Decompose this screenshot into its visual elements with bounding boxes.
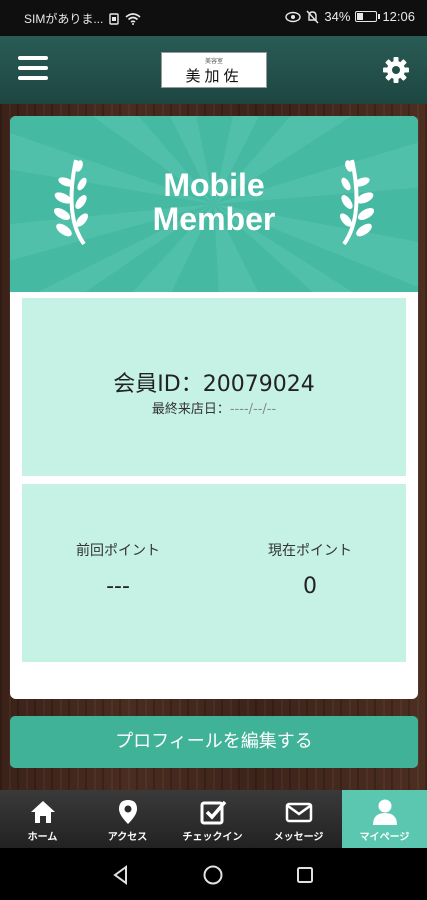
eye-comfort-icon bbox=[285, 11, 302, 22]
system-nav-bar bbox=[0, 848, 427, 900]
banner-title-line1: Mobile bbox=[163, 167, 265, 203]
banner-title: Mobile Member bbox=[10, 168, 418, 236]
recents-icon[interactable] bbox=[294, 864, 316, 886]
tab-home[interactable]: ホーム bbox=[0, 790, 85, 848]
logo-subtitle: 美容室 bbox=[204, 58, 223, 65]
back-icon[interactable] bbox=[110, 864, 132, 886]
checkin-icon bbox=[200, 800, 227, 825]
bottom-tab-bar: ホーム アクセス チェックイン メッセージ マイページ bbox=[0, 790, 427, 848]
mail-icon bbox=[285, 802, 313, 823]
last-visit-label: 最終来店日： bbox=[151, 402, 230, 417]
battery-percent: 34% bbox=[324, 9, 351, 24]
gear-icon[interactable] bbox=[381, 55, 411, 85]
points-panel: 前回ポイント --- 現在ポイント 0 bbox=[22, 484, 406, 662]
hamburger-menu-icon[interactable] bbox=[18, 56, 48, 82]
home-icon bbox=[31, 801, 55, 823]
tab-message-label: メッセージ bbox=[273, 832, 324, 843]
tab-home-label: ホーム bbox=[27, 832, 58, 843]
wifi-icon bbox=[125, 12, 141, 25]
shop-logo: 美容室 美加佐 bbox=[161, 52, 267, 88]
home-circle-icon[interactable] bbox=[202, 864, 224, 886]
current-points-label: 現在ポイント bbox=[268, 543, 352, 559]
member-card: Mobile Member 会員ID：20079024 最終来店日：----/-… bbox=[10, 116, 418, 699]
tab-access[interactable]: アクセス bbox=[85, 790, 170, 848]
status-bar: SIMがありま... 34% 12:06 bbox=[0, 0, 427, 36]
tab-access-label: アクセス bbox=[107, 832, 148, 843]
map-pin-icon bbox=[119, 800, 137, 824]
tab-checkin-label: チェックイン bbox=[182, 832, 243, 843]
sim-icon bbox=[109, 12, 120, 25]
previous-points-value: --- bbox=[106, 574, 130, 599]
previous-points-label: 前回ポイント bbox=[76, 543, 160, 559]
mobile-member-banner: Mobile Member bbox=[10, 116, 418, 292]
battery-icon bbox=[355, 11, 381, 22]
tab-mypage-label: マイページ bbox=[359, 832, 410, 843]
member-id-panel: 会員ID：20079024 最終来店日：----/--/-- bbox=[22, 298, 406, 476]
last-visit-value: ----/--/-- bbox=[229, 402, 277, 417]
clock: 12:06 bbox=[382, 9, 415, 24]
tab-message[interactable]: メッセージ bbox=[256, 790, 341, 848]
tab-checkin[interactable]: チェックイン bbox=[170, 790, 255, 848]
mute-bell-icon bbox=[306, 10, 319, 23]
current-points-value: 0 bbox=[303, 574, 317, 599]
carrier-text: SIMがありま... bbox=[24, 12, 104, 26]
tab-mypage[interactable]: マイページ bbox=[342, 790, 427, 848]
banner-title-line2: Member bbox=[152, 201, 276, 237]
last-visit: 最終来店日：----/--/-- bbox=[22, 398, 406, 417]
edit-profile-button[interactable]: プロフィールを編集する bbox=[10, 716, 418, 768]
person-icon bbox=[373, 799, 397, 825]
member-id: 会員ID：20079024 bbox=[113, 372, 315, 397]
app-header: 美容室 美加佐 bbox=[0, 36, 427, 104]
logo-title: 美加佐 bbox=[185, 67, 243, 85]
